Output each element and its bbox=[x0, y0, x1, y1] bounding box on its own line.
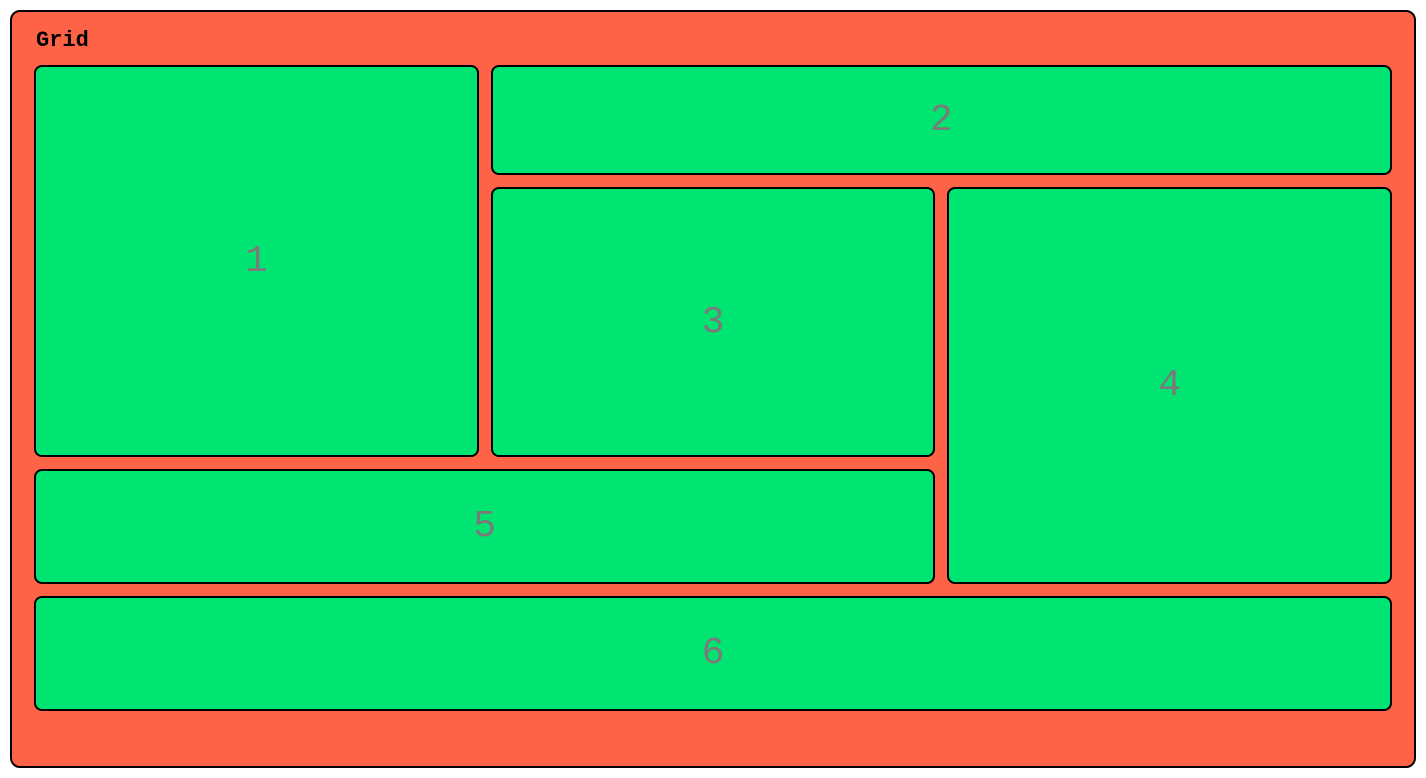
grid-cell-6: 6 bbox=[34, 596, 1392, 711]
grid-layout: 1 2 3 4 5 6 bbox=[34, 65, 1392, 741]
grid-cell-4: 4 bbox=[947, 187, 1392, 584]
grid-cell-3: 3 bbox=[491, 187, 936, 457]
grid-cell-1: 1 bbox=[34, 65, 479, 457]
grid-cell-2: 2 bbox=[491, 65, 1392, 175]
grid-title: Grid bbox=[36, 28, 1392, 53]
grid-cell-5: 5 bbox=[34, 469, 935, 584]
grid-container: Grid 1 2 3 4 5 6 bbox=[10, 10, 1416, 768]
